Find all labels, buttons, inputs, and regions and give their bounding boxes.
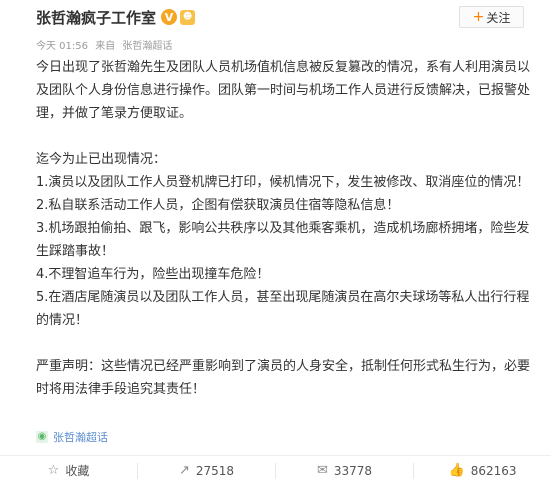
weibo-post-card: 张哲瀚疯子工作室 V ☻ 今天 01:56 来自 张哲瀚超话 + 关注 今日出现… [0, 0, 551, 485]
share-count: 27518 [195, 463, 235, 478]
share-icon: ↗ [178, 463, 190, 478]
favorite-icon: ☆ [47, 463, 60, 478]
source-name[interactable]: 张哲瀚超话 [122, 41, 172, 52]
badge-icon: ☻ [180, 9, 196, 25]
verified-icon: V [161, 9, 178, 25]
comment-icon: ✉ [316, 463, 328, 478]
author-name[interactable]: 张哲瀚疯子工作室 [36, 7, 156, 28]
follow-label: 关注 [486, 10, 511, 25]
plus-icon: + [472, 9, 485, 25]
post-meta: 今天 01:56 来自 张哲瀚超话 [36, 37, 539, 52]
like-button[interactable]: 👍 862163 [414, 456, 551, 486]
like-count: 862163 [470, 463, 517, 478]
post-text: 今日出现了张哲瀚先生及团队人员机场值机信息被反复篡改的情况，系有人利用演员以及团… [36, 60, 531, 397]
share-button[interactable]: ↗ 27518 [138, 456, 275, 486]
like-icon: 👍 [448, 463, 465, 478]
action-bar: ☆ 收藏 ↗ 27518 ✉ 33778 👍 862163 [0, 455, 551, 485]
favorite-label: 收藏 [65, 464, 90, 478]
topic-icon: ◉ [36, 431, 48, 443]
follow-button[interactable]: + 关注 [459, 6, 524, 28]
comment-button[interactable]: ✉ 33778 [276, 456, 413, 486]
post-timestamp[interactable]: 今天 01:56 [36, 41, 88, 52]
topic-label: 张哲瀚超话 [53, 431, 108, 444]
favorite-button[interactable]: ☆ 收藏 [0, 456, 137, 486]
comment-count: 33778 [333, 463, 373, 478]
post-header: 张哲瀚疯子工作室 V ☻ 今天 01:56 来自 张哲瀚超话 + 关注 [36, 6, 539, 52]
source-prefix: 来自 [95, 41, 116, 52]
topic-link[interactable]: ◉ 张哲瀚超话 [36, 429, 108, 445]
